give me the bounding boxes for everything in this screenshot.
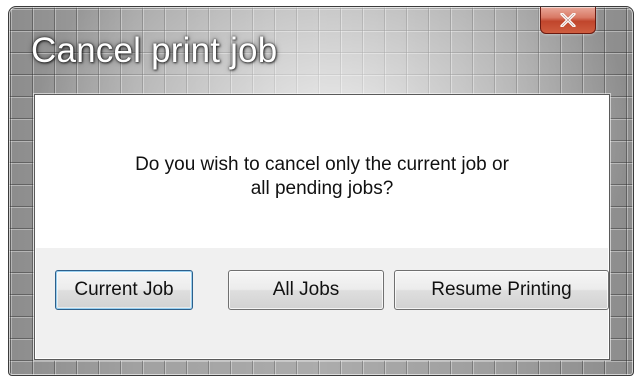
dialog-content: Do you wish to cancel only the current j… (34, 94, 610, 360)
all-jobs-button[interactable]: All Jobs (228, 270, 384, 310)
current-job-button[interactable]: Current Job (55, 270, 193, 310)
button-bar: Current Job All Jobs Resume Printing (36, 248, 609, 358)
message-area: Do you wish to cancel only the current j… (36, 96, 608, 248)
close-button[interactable] (540, 7, 596, 34)
resume-printing-button[interactable]: Resume Printing (394, 270, 609, 310)
cancel-print-job-dialog: Cancel print job Do you wish to cancel o… (8, 6, 634, 376)
close-icon (560, 13, 576, 27)
dialog-title: Cancel print job (31, 31, 278, 70)
message-line-2: all pending jobs? (250, 178, 394, 199)
dialog-message: Do you wish to cancel only the current j… (36, 153, 608, 201)
message-line-1: Do you wish to cancel only the current j… (135, 154, 509, 175)
